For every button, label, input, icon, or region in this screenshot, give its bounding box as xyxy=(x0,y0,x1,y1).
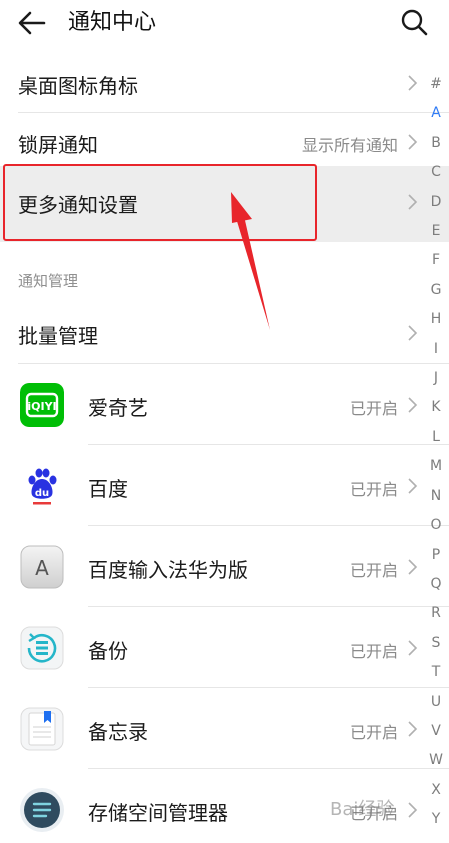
index-letter[interactable]: Q xyxy=(424,570,448,599)
app-status: 已开启 xyxy=(349,480,398,499)
settings-row-label: 锁屏通知 xyxy=(18,133,98,157)
app-name: 百度 xyxy=(88,477,128,501)
index-letter[interactable]: X xyxy=(424,776,448,805)
highlight-annotation-box xyxy=(3,164,317,241)
app-status: 已开启 xyxy=(349,642,398,661)
alphabet-index-bar[interactable]: # A B C D E F G H I J K L M N O P Q R S T U V W X Y xyxy=(424,70,448,835)
index-letter[interactable]: D xyxy=(424,188,448,217)
app-status: 已开启 xyxy=(349,561,398,580)
iqiyi-icon: iQIYI xyxy=(20,383,64,427)
chevron-right-icon xyxy=(408,134,418,150)
batch-manage-row[interactable]: 批量管理 xyxy=(0,306,420,362)
app-row-iqiyi[interactable]: iQIYI 爱奇艺 已开启 xyxy=(0,366,420,444)
chevron-right-icon xyxy=(408,721,418,737)
chevron-right-icon xyxy=(408,397,418,413)
app-name: 备忘录 xyxy=(88,720,148,744)
svg-text:A: A xyxy=(35,556,49,580)
index-letter[interactable]: G xyxy=(424,276,448,305)
divider xyxy=(88,444,449,445)
index-letter[interactable]: K xyxy=(424,393,448,422)
index-letter[interactable]: R xyxy=(424,599,448,628)
index-letter[interactable]: T xyxy=(424,658,448,687)
index-letter[interactable]: A xyxy=(424,99,448,128)
chevron-right-icon xyxy=(408,194,418,210)
index-letter[interactable]: H xyxy=(424,305,448,334)
index-letter[interactable]: C xyxy=(424,158,448,187)
index-letter[interactable]: P xyxy=(424,541,448,570)
chevron-right-icon xyxy=(408,478,418,494)
watermark: Bai经验 xyxy=(330,799,395,820)
divider xyxy=(88,606,449,607)
index-letter[interactable]: W xyxy=(424,746,448,775)
divider xyxy=(18,363,449,364)
index-letter[interactable]: O xyxy=(424,511,448,540)
app-name: 备份 xyxy=(88,639,128,663)
index-letter[interactable]: S xyxy=(424,629,448,658)
index-letter[interactable]: F xyxy=(424,246,448,275)
index-letter[interactable]: J xyxy=(424,364,448,393)
app-name: 爱奇艺 xyxy=(88,396,148,420)
index-letter[interactable]: E xyxy=(424,217,448,246)
back-arrow-icon[interactable] xyxy=(16,8,48,38)
chevron-right-icon xyxy=(408,802,418,818)
index-letter[interactable]: L xyxy=(424,423,448,452)
settings-row-value: 显示所有通知 xyxy=(301,136,398,155)
index-letter[interactable]: M xyxy=(424,452,448,481)
app-status: 已开启 xyxy=(349,723,398,742)
index-letter[interactable]: I xyxy=(424,335,448,364)
divider xyxy=(88,768,449,769)
index-letter[interactable]: # xyxy=(424,70,448,99)
baidu-icon: du xyxy=(20,464,64,508)
storage-manager-icon xyxy=(20,788,64,832)
batch-manage-label: 批量管理 xyxy=(18,324,98,348)
app-status: 已开启 xyxy=(349,399,398,418)
chevron-right-icon xyxy=(408,325,418,341)
page-title: 通知中心 xyxy=(68,10,157,35)
app-name: 百度输入法华为版 xyxy=(88,558,248,582)
index-letter[interactable]: V xyxy=(424,717,448,746)
memo-icon xyxy=(20,707,64,751)
chevron-right-icon xyxy=(408,75,418,91)
svg-text:du: du xyxy=(35,488,49,499)
header-bar: 通知中心 xyxy=(0,0,449,46)
index-letter[interactable]: N xyxy=(424,482,448,511)
chevron-right-icon xyxy=(408,640,418,656)
backup-icon xyxy=(20,626,64,670)
svg-text:iQIYI: iQIYI xyxy=(27,400,56,413)
search-icon[interactable] xyxy=(398,6,430,38)
app-name: 存储空间管理器 xyxy=(88,801,228,825)
settings-row-lockscreen[interactable]: 锁屏通知 显示所有通知 xyxy=(0,115,420,171)
app-row-memo[interactable]: 备忘录 已开启 xyxy=(0,690,420,768)
index-letter[interactable]: Y xyxy=(424,805,448,834)
section-title: 通知管理 xyxy=(18,272,79,290)
index-letter[interactable]: U xyxy=(424,688,448,717)
divider xyxy=(18,112,449,113)
chevron-right-icon xyxy=(408,559,418,575)
app-row-backup[interactable]: 备份 已开启 xyxy=(0,609,420,687)
divider xyxy=(88,687,449,688)
app-row-baidu-input[interactable]: A 百度输入法华为版 已开启 xyxy=(0,528,420,606)
index-letter[interactable]: B xyxy=(424,129,448,158)
settings-row-badge[interactable]: 桌面图标角标 xyxy=(0,56,420,112)
divider xyxy=(88,525,449,526)
app-row-baidu[interactable]: du 百度 已开启 xyxy=(0,447,420,525)
settings-row-label: 桌面图标角标 xyxy=(18,74,138,98)
baidu-input-icon: A xyxy=(20,545,64,589)
